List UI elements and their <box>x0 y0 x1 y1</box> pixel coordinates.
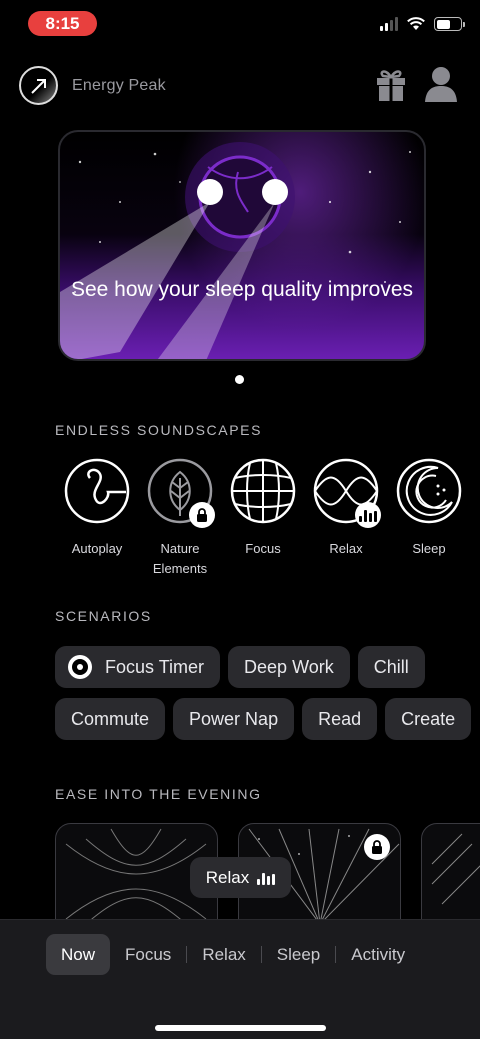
soundscape-relax[interactable]: Relax <box>304 458 388 559</box>
scenario-chip-focus-timer[interactable]: Focus Timer <box>55 646 221 688</box>
mini-player-label: Relax <box>205 867 250 887</box>
scenario-chip-power-nap[interactable]: Power Nap <box>173 698 295 740</box>
scenario-chip-create[interactable]: Create <box>385 698 472 740</box>
soundscape-sleep[interactable]: Sleep <box>387 458 471 559</box>
home-indicator[interactable] <box>155 1025 326 1031</box>
scenario-chip-commute[interactable]: Commute <box>55 698 166 740</box>
mini-player[interactable]: Relax <box>190 857 291 898</box>
hero-text: See how your sleep quality improves <box>70 278 413 301</box>
carousel-page-indicator <box>235 375 244 384</box>
soundscape-nature-elements[interactable]: Nature Elements <box>138 458 222 578</box>
soundscape-label: Sleep <box>412 541 446 556</box>
tab-relax[interactable]: Relax <box>187 934 260 975</box>
gift-icon[interactable] <box>374 66 408 102</box>
hero-illustration <box>60 142 411 359</box>
status-icons <box>380 17 465 31</box>
header: Energy Peak <box>19 66 458 106</box>
status-bar: 8:15 <box>0 0 480 48</box>
evening-title: EASE INTO THE EVENING <box>55 786 262 802</box>
scenario-chip-read[interactable]: Read <box>302 698 378 740</box>
bottom-tab-bar: Now Focus Relax Sleep Activity <box>0 919 480 1039</box>
soundscapes-title: ENDLESS SOUNDSCAPES <box>55 422 263 438</box>
chip-label: Focus Timer <box>105 657 205 677</box>
soundscape-focus[interactable]: Focus <box>221 458 305 559</box>
soundscape-autoplay[interactable]: Autoplay <box>55 458 139 559</box>
focus-timer-icon <box>68 655 92 679</box>
soundscape-label: Relax <box>329 541 363 556</box>
equalizer-icon <box>257 871 276 885</box>
lock-icon <box>189 502 215 528</box>
leaf-icon <box>147 458 215 528</box>
autoplay-icon <box>64 458 130 524</box>
profile-icon[interactable] <box>424 66 458 102</box>
grid-sphere-icon <box>230 458 296 524</box>
scenarios-title: SCENARIOS <box>55 608 152 624</box>
scenarios-row-1: Focus Timer Deep Work Chill <box>55 646 425 688</box>
cellular-signal-icon <box>380 17 398 31</box>
tab-now[interactable]: Now <box>46 934 111 975</box>
moon-icon <box>396 458 462 524</box>
scenario-chip-chill[interactable]: Chill <box>357 646 425 688</box>
wave-icon <box>313 458 381 528</box>
battery-icon <box>434 17 465 31</box>
scenario-chip-deep-work[interactable]: Deep Work <box>228 646 350 688</box>
energy-peak-logo-icon[interactable] <box>19 66 58 105</box>
evening-card-art <box>431 833 480 905</box>
tab-focus[interactable]: Focus <box>110 934 186 975</box>
soundscape-label: Autoplay <box>71 541 123 556</box>
wifi-icon <box>407 17 425 30</box>
equalizer-icon <box>355 502 381 528</box>
tab-activity[interactable]: Activity <box>336 934 420 975</box>
soundscape-label: Nature Elements <box>152 541 208 576</box>
soundscapes-carousel[interactable]: Autoplay Nature Elements Focus Relax Sle… <box>55 458 480 578</box>
evening-card[interactable] <box>421 823 480 923</box>
lock-icon <box>364 834 390 860</box>
app-title[interactable]: Energy Peak <box>72 77 166 95</box>
soundscape-label: Focus <box>245 541 281 556</box>
status-time: 8:15 <box>28 11 97 36</box>
scenarios-row-2: Commute Power Nap Read Create <box>55 698 472 740</box>
hero-banner[interactable]: See how your sleep quality improves <box>58 130 426 361</box>
tab-sleep[interactable]: Sleep <box>262 934 335 975</box>
